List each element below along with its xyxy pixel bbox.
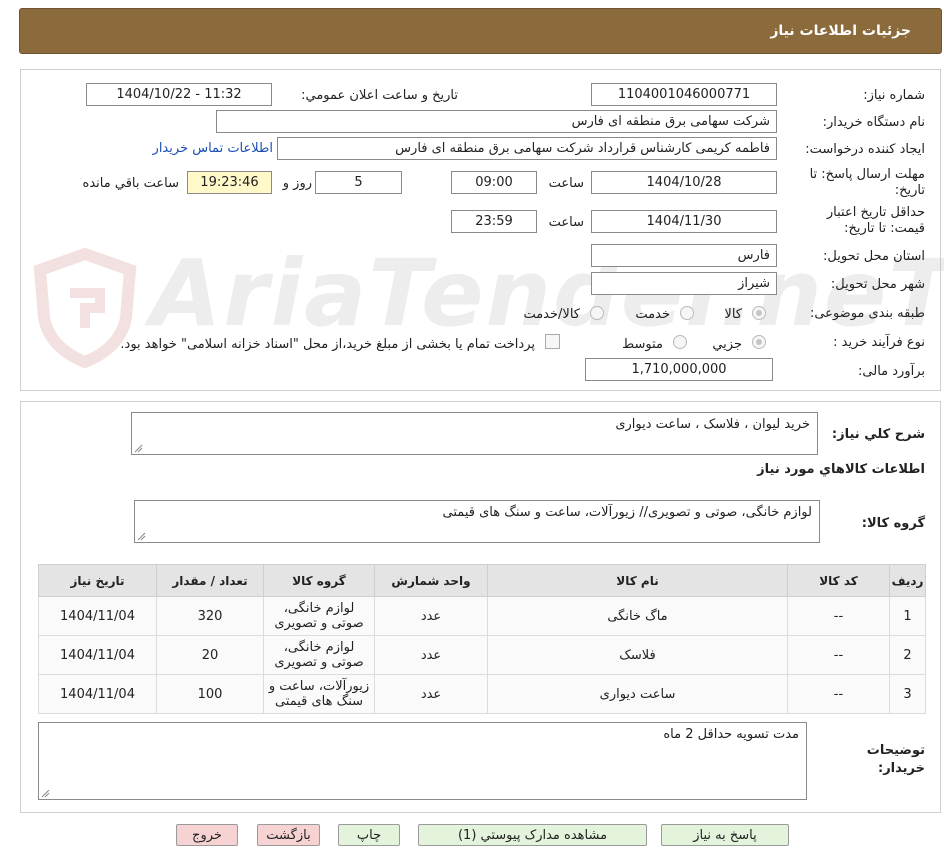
page-title: جزئیات اطلاعات نیاز xyxy=(770,23,911,39)
category-service-label: خدمت xyxy=(635,307,670,322)
buyer-notes-text: مدت تسویه حداقل 2 ماه xyxy=(663,727,799,742)
buyer-notes-textarea[interactable]: مدت تسویه حداقل 2 ماه xyxy=(38,722,807,800)
province-label: استان محل تحویل: xyxy=(823,249,925,264)
process-medium-radio[interactable] xyxy=(673,335,687,349)
table-header-row: ردیف کد کالا نام کالا واحد شمارش گروه کا… xyxy=(38,564,926,597)
buyer-contact-link[interactable]: اطلاعات تماس خریدار xyxy=(153,141,273,156)
city-label: شهر محل تحویل: xyxy=(830,277,925,292)
process-medium-label: متوسط xyxy=(622,337,663,352)
validity-label: حداقل تاریخ اعتبار قیمت: تا تاریخ: xyxy=(826,205,925,236)
summary-text: خرید لیوان ، فلاسک ، ساعت دیواری xyxy=(615,417,810,432)
cell-date: 1404/11/04 xyxy=(38,674,157,714)
budget-label: برآورد مالی: xyxy=(858,364,925,379)
cell-unit: عدد xyxy=(374,674,488,714)
validity-date-field: 1404/11/30 xyxy=(591,210,777,233)
exit-button[interactable]: خروج xyxy=(176,824,238,846)
goods-group-text: لوازم خانگی، صوتی و تصویری// زیورآلات، س… xyxy=(442,505,812,520)
back-button[interactable]: بازگشت xyxy=(257,824,320,846)
cell-code: -- xyxy=(787,674,890,714)
col-header-code: کد کالا xyxy=(787,564,890,597)
remaining-days-field: 5 xyxy=(315,171,402,194)
treasury-checkbox[interactable] xyxy=(545,334,560,349)
table-row: 3 -- ساعت دیواری عدد زیورآلات، ساعت و سن… xyxy=(38,674,926,714)
process-minor-radio[interactable] xyxy=(752,335,766,349)
announce-field: 1404/10/22 - 11:32 xyxy=(86,83,272,106)
category-goods-label: کالا xyxy=(724,307,742,322)
summary-label: شرح کلي نیاز: xyxy=(831,427,925,442)
validity-time-label: ساعت xyxy=(548,215,584,230)
cell-row: 1 xyxy=(889,596,926,636)
cell-code: -- xyxy=(787,596,890,636)
reply-button[interactable]: پاسخ به نیاز xyxy=(661,824,789,846)
cell-group: زیورآلات، ساعت و سنگ های قیمتی xyxy=(263,674,375,714)
goods-group-textarea[interactable]: لوازم خانگی، صوتی و تصویری// زیورآلات، س… xyxy=(134,500,820,543)
col-header-group: گروه کالا xyxy=(263,564,375,597)
cell-date: 1404/11/04 xyxy=(38,635,157,675)
items-section-title: اطلاعات کالاهاي مورد نیاز xyxy=(757,462,925,477)
creator-field: فاطمه کریمی کارشناس قرارداد شرکت سهامی ب… xyxy=(277,137,777,160)
announce-label: تاریخ و ساعت اعلان عمومي: xyxy=(301,88,458,103)
cell-code: -- xyxy=(787,635,890,675)
buyer-org-field: شرکت سهامی برق منطقه ای فارس xyxy=(216,110,777,133)
remaining-time-field: 19:23:46 xyxy=(187,171,272,194)
goods-group-label: گروه کالا: xyxy=(861,516,925,531)
need-number-label: شماره نیاز: xyxy=(863,88,925,103)
cell-qty: 100 xyxy=(156,674,264,714)
items-table: ردیف کد کالا نام کالا واحد شمارش گروه کا… xyxy=(38,564,926,714)
col-header-row: ردیف xyxy=(889,564,926,597)
category-label: طبقه بندی موضوعی: xyxy=(809,306,925,321)
deadline-date-field: 1404/10/28 xyxy=(591,171,777,194)
category-goods-service-label: کالا/خدمت xyxy=(523,307,580,322)
city-field: شیراز xyxy=(591,272,777,295)
resize-grip-icon xyxy=(41,789,50,798)
need-number-field: 1104001046000771 xyxy=(591,83,777,106)
buyer-notes-label: توضیحات خریدار: xyxy=(866,743,925,776)
validity-time-field: 23:59 xyxy=(451,210,537,233)
deadline-time-label: ساعت xyxy=(548,176,584,191)
process-minor-label: جزیي xyxy=(712,337,742,352)
col-header-date: تاریخ نیاز xyxy=(38,564,157,597)
cell-name: ساعت دیواری xyxy=(487,674,788,714)
summary-textarea[interactable]: خرید لیوان ، فلاسک ، ساعت دیواری xyxy=(131,412,818,455)
buyer-org-label: نام دستگاه خریدار: xyxy=(822,115,925,130)
cell-group: لوازم خانگی، صوتی و تصویری xyxy=(263,635,375,675)
col-header-unit: واحد شمارش xyxy=(374,564,488,597)
cell-name: ماگ خانگی xyxy=(487,596,788,636)
deadline-time-field: 09:00 xyxy=(451,171,537,194)
cell-row: 3 xyxy=(889,674,926,714)
cell-group: لوازم خانگی، صوتی و تصویری xyxy=(263,596,375,636)
province-field: فارس xyxy=(591,244,777,267)
table-row: 1 -- ماگ خانگی عدد لوازم خانگی، صوتی و ت… xyxy=(38,596,926,636)
print-button[interactable]: چاپ xyxy=(338,824,400,846)
table-row: 2 -- فلاسک عدد لوازم خانگی، صوتی و تصویر… xyxy=(38,635,926,675)
process-label: نوع فرآیند خرید : xyxy=(833,335,925,350)
category-service-radio[interactable] xyxy=(680,306,694,320)
col-header-name: نام کالا xyxy=(487,564,788,597)
cell-qty: 20 xyxy=(156,635,264,675)
cell-date: 1404/11/04 xyxy=(38,596,157,636)
cell-unit: عدد xyxy=(374,596,488,636)
cell-unit: عدد xyxy=(374,635,488,675)
view-attachments-button[interactable]: مشاهده مدارک پیوستي (1) xyxy=(418,824,647,846)
remaining-time-label: ساعت باقي مانده xyxy=(82,176,179,191)
budget-field: 1,710,000,000 xyxy=(585,358,773,381)
resize-grip-icon xyxy=(134,444,143,453)
col-header-qty: تعداد / مقدار xyxy=(156,564,264,597)
category-goods-service-radio[interactable] xyxy=(590,306,604,320)
cell-row: 2 xyxy=(889,635,926,675)
page-header: جزئیات اطلاعات نیاز xyxy=(19,8,942,54)
cell-qty: 320 xyxy=(156,596,264,636)
category-goods-radio[interactable] xyxy=(752,306,766,320)
days-label: روز و xyxy=(282,176,312,191)
cell-name: فلاسک xyxy=(487,635,788,675)
resize-grip-icon xyxy=(137,532,146,541)
creator-label: ایجاد کننده درخواست: xyxy=(805,142,925,157)
deadline-label: مهلت ارسال پاسخ: تا تاریخ: xyxy=(809,167,925,198)
treasury-note: پرداخت تمام یا بخشی از مبلغ خرید،از محل … xyxy=(120,337,535,352)
